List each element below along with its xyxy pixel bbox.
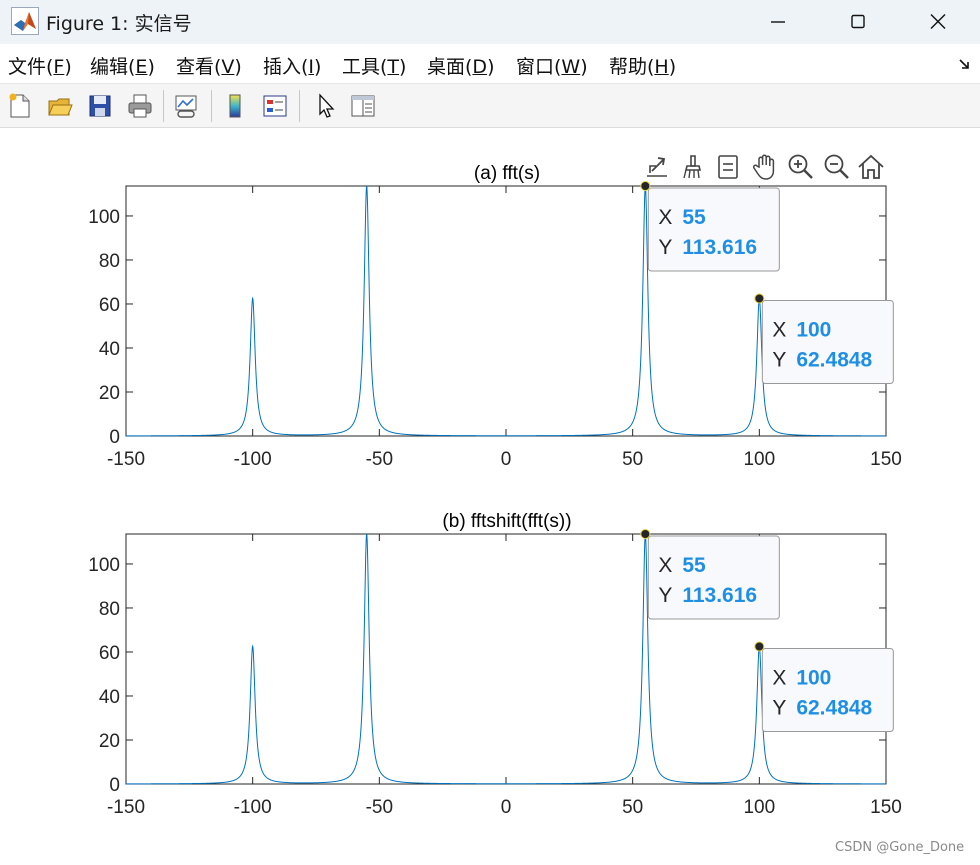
- y-tick-label: 100: [88, 555, 120, 576]
- datatip-x-label: X: [772, 319, 786, 342]
- datatip-y-value: 113.616: [682, 236, 757, 259]
- axes-title: (a) fft(s): [474, 163, 540, 184]
- x-tick-label: 150: [870, 797, 902, 818]
- y-tick-label: 0: [109, 427, 120, 448]
- brush-icon[interactable]: [676, 150, 710, 184]
- datatip-y-label: Y: [658, 236, 672, 259]
- pan-icon[interactable]: [748, 150, 782, 184]
- y-tick-label: 80: [99, 599, 120, 620]
- datatip-x-label: X: [772, 667, 786, 690]
- x-tick-label: 50: [622, 449, 643, 470]
- axes-toolbar: [640, 150, 890, 186]
- home-icon[interactable]: [854, 150, 888, 184]
- y-tick-label: 20: [99, 383, 120, 404]
- datatip-y-value: 62.4848: [796, 349, 872, 372]
- datatip-y-label: Y: [658, 584, 672, 607]
- x-tick-label: 50: [622, 797, 643, 818]
- y-tick-label: 20: [99, 731, 120, 752]
- y-tick-label: 40: [99, 687, 120, 708]
- y-tick-label: 60: [99, 643, 120, 664]
- datatip-x-value: 100: [796, 319, 831, 342]
- y-tick-label: 40: [99, 339, 120, 360]
- axes-title: (b) fftshift(fft(s)): [442, 511, 571, 532]
- datatip-x-label: X: [658, 206, 672, 229]
- datatip-x-value: 55: [682, 554, 706, 577]
- datatip-x-value: 100: [796, 667, 831, 690]
- datatip-y-value: 62.4848: [796, 697, 872, 720]
- x-tick-label: -50: [366, 449, 393, 470]
- zoom-out-icon[interactable]: [820, 150, 854, 184]
- x-tick-label: 0: [501, 797, 512, 818]
- watermark: CSDN @Gone_Done: [835, 840, 965, 855]
- datatip-x-label: X: [658, 554, 672, 577]
- data-tips-icon[interactable]: [712, 150, 746, 184]
- y-tick-label: 60: [99, 295, 120, 316]
- datatip-marker[interactable]: [640, 529, 651, 539]
- plot-canvas: -150 -100 -50 0 50 100 150 0 20 40 60 80 100 (a) fft(…: [88, 163, 902, 818]
- x-tick-label: 0: [501, 449, 512, 470]
- datatip-x-value: 55: [682, 206, 706, 229]
- zoom-in-icon[interactable]: [784, 150, 818, 184]
- x-tick-label: 100: [743, 797, 775, 818]
- x-tick-label: 100: [743, 449, 775, 470]
- datatip-y-value: 113.616: [682, 584, 757, 607]
- datatip-marker[interactable]: [754, 641, 765, 652]
- x-tick-label: -150: [107, 797, 145, 818]
- x-tick-label: -50: [366, 797, 393, 818]
- datatip-marker[interactable]: [754, 293, 765, 304]
- x-tick-label: 150: [870, 449, 902, 470]
- x-tick-label: -100: [234, 449, 272, 470]
- x-tick-label: -150: [107, 449, 145, 470]
- x-tick-label: -100: [234, 797, 272, 818]
- y-tick-label: 100: [88, 207, 120, 228]
- y-tick-label: 80: [99, 251, 120, 272]
- export-icon[interactable]: [640, 150, 674, 184]
- datatip-y-label: Y: [772, 349, 786, 372]
- y-tick-label: 0: [109, 775, 120, 796]
- datatip-y-label: Y: [772, 697, 786, 720]
